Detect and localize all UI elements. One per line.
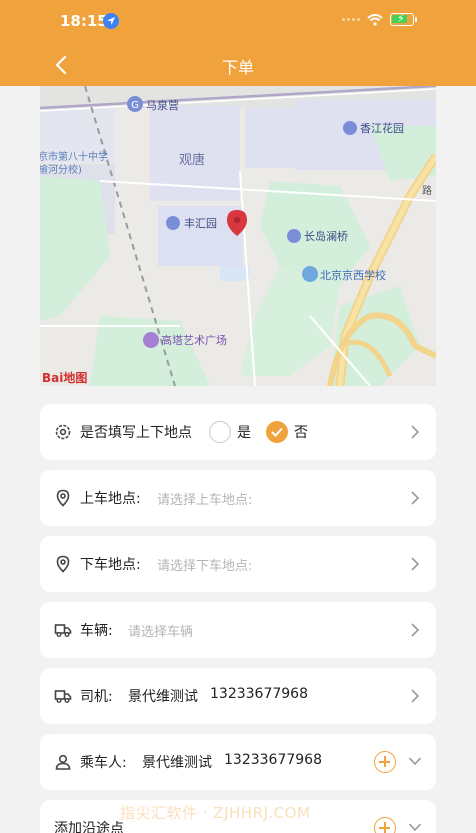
- waypoint-label: 添加沿途点: [54, 821, 124, 833]
- chevron-right-icon: [411, 689, 420, 703]
- map-label-gaota: 高塔艺术广场: [161, 333, 227, 347]
- vehicle-placeholder: 请选择车辆: [128, 625, 194, 640]
- chevron-down-icon[interactable]: [408, 822, 422, 832]
- map-label-road: 路: [422, 184, 432, 197]
- gear-icon: [55, 424, 71, 440]
- map-label-xiangjiang: 香江花园: [360, 122, 404, 135]
- dropoff-row[interactable]: 下车地点: 请选择下车地点:: [40, 536, 436, 592]
- add-waypoint-button[interactable]: [374, 817, 396, 833]
- chevron-right-icon: [411, 557, 420, 571]
- radio-no[interactable]: [266, 421, 288, 443]
- location-arrow-icon: [103, 13, 119, 29]
- driver-name: 景代维测试: [128, 689, 198, 705]
- map-view[interactable]: G 马泉营 京市第八十中学 榆河分校) 观唐 香江花园 丰汇园 长岛澜桥 北京京…: [40, 86, 436, 386]
- location-pin-icon: [56, 555, 70, 573]
- vehicle-label: 车辆:: [80, 623, 113, 639]
- passenger-label: 乘车人:: [80, 755, 127, 771]
- fill-points-label: 是否填写上下地点: [80, 425, 192, 441]
- map-label-changdao: 长岛澜桥: [304, 229, 348, 243]
- header-bar: 18:15 ⚡ 下单: [0, 0, 476, 86]
- chevron-right-icon: [411, 425, 420, 439]
- check-icon: [271, 427, 283, 437]
- map-label-fenghui: 丰汇园: [184, 217, 217, 230]
- chevron-right-icon: [411, 623, 420, 637]
- pickup-row[interactable]: 上车地点: 请选择上车地点:: [40, 470, 436, 526]
- fill-points-row[interactable]: 是否填写上下地点 是 否: [40, 404, 436, 460]
- driver-label: 司机:: [80, 689, 113, 705]
- location-pin-icon: [56, 489, 70, 507]
- chevron-down-icon[interactable]: [408, 756, 422, 766]
- watermark: 指尖汇软件 · ZJHHRJ.COM: [120, 804, 311, 822]
- passenger-phone: 13233677968: [224, 752, 322, 768]
- map-label-guantang: 观唐: [179, 152, 205, 168]
- driver-phone: 13233677968: [210, 686, 308, 702]
- user-icon: [55, 754, 71, 770]
- chevron-right-icon: [411, 491, 420, 505]
- map-label-maquanying: 马泉营: [146, 98, 179, 112]
- map-label-school: 京市第八十中学: [40, 150, 108, 163]
- add-passenger-button[interactable]: [374, 751, 396, 773]
- wifi-icon: [367, 13, 383, 26]
- page-title: 下单: [221, 58, 254, 77]
- dropoff-placeholder: 请选择下车地点:: [157, 559, 253, 574]
- status-time: 18:15: [60, 12, 108, 30]
- svg-text:G: G: [131, 100, 139, 111]
- battery-charging-icon: ⚡: [390, 12, 417, 26]
- dropoff-label: 下车地点:: [80, 557, 141, 573]
- driver-row[interactable]: 司机: 景代维测试 13233677968: [40, 668, 436, 724]
- baidu-map-logo: Bai地图: [42, 370, 87, 385]
- map-label-school-branch: 榆河分校): [40, 163, 82, 176]
- radio-no-label: 否: [294, 425, 308, 441]
- truck-icon: [54, 624, 72, 637]
- map-label-jingxi: 北京京西学校: [320, 268, 386, 282]
- radio-yes[interactable]: [209, 421, 231, 443]
- pickup-label: 上车地点:: [80, 491, 141, 507]
- pickup-placeholder: 请选择上车地点:: [157, 493, 253, 508]
- cellular-signal-icon: [342, 18, 360, 21]
- radio-yes-label: 是: [237, 425, 251, 441]
- vehicle-row[interactable]: 车辆: 请选择车辆: [40, 602, 436, 658]
- truck-icon: [54, 690, 72, 703]
- passenger-row[interactable]: 乘车人: 景代维测试 13233677968: [40, 734, 436, 790]
- passenger-name: 景代维测试: [142, 755, 212, 771]
- status-icons: ⚡: [342, 12, 417, 26]
